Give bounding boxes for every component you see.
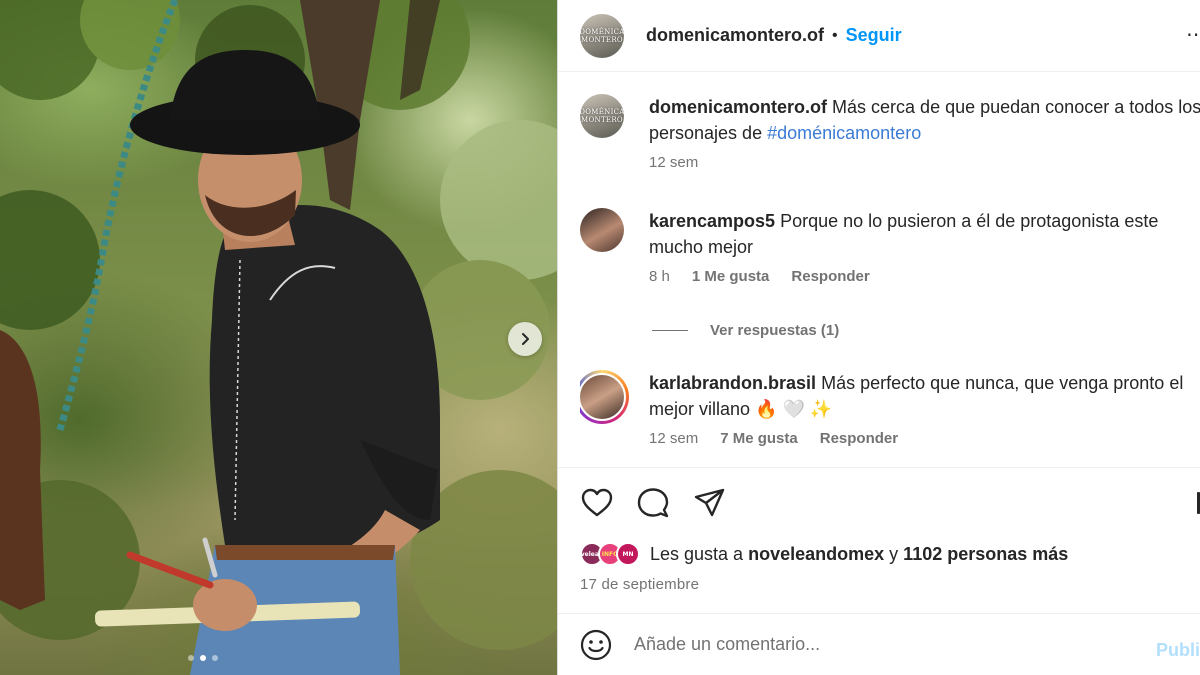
caption-meta: 12 sem [649,154,1200,171]
carousel-dot-active [200,655,206,661]
comment-time[interactable]: 8 h [649,268,670,285]
comment-icon [637,488,669,518]
comment-body: karencampos5 Porque no lo pusieron a él … [649,208,1200,285]
view-replies-button[interactable]: Ver respuestas (1) [652,322,839,339]
more-icon[interactable]: ⋯ [1186,22,1200,47]
comment-meta: 8 h 1 Me gusta Responder [649,268,1200,285]
view-replies-label[interactable]: Ver respuestas (1) [710,322,839,339]
heart-icon [581,488,613,517]
likes-prefix: Les gusta a [650,543,744,564]
post-photo[interactable] [0,0,557,675]
commenter-avatar[interactable] [580,208,624,252]
header-separator: • [832,26,838,44]
post-actions: noveleando INFO MN Les gusta a noveleand… [558,467,1200,613]
post-date[interactable]: 17 de septiembre [580,576,699,593]
caption-hashtag[interactable]: #doménicamontero [767,123,921,143]
likes-others[interactable]: 1102 personas más [903,544,1068,564]
comment-time[interactable]: 12 sem [649,430,698,447]
comment-item: karencampos5 Porque no lo pusieron a él … [580,208,1200,285]
comment-meta: 12 sem 7 Me gusta Responder [649,430,1200,447]
chevron-right-icon [522,333,529,345]
likes-connector: y [889,543,899,564]
like-button[interactable] [580,486,614,520]
cowboy-photo-illustration [0,0,557,675]
comment-username[interactable]: karlabrandon.brasil [649,373,816,393]
comment-button[interactable] [636,486,670,520]
emoji-icon [580,629,612,660]
action-bar [580,486,726,520]
comment-item: karlabrandon.brasil Más perfecto que nun… [580,370,1200,447]
follow-button[interactable]: Seguir [846,25,902,46]
comment-username[interactable]: karencampos5 [649,211,775,231]
comment-input[interactable] [634,634,1114,655]
commenter-photo [580,373,626,421]
caption-username[interactable]: domenicamontero.of [649,97,827,117]
carousel-next-button[interactable] [508,322,542,356]
share-icon [694,488,725,517]
caption: DOMÉNICA MONTERO domenicamontero.of Más … [580,94,1200,171]
publish-button[interactable]: Publi [1156,640,1200,661]
caption-time[interactable]: 12 sem [649,154,698,171]
add-comment-bar: Publi [558,613,1200,675]
reply-button[interactable]: Responder [820,430,898,447]
caption-body: domenicamontero.of Más cerca de que pued… [649,94,1200,171]
caption-avatar[interactable]: DOMÉNICA MONTERO [580,94,624,138]
likes-text: Les gusta a noveleandomex y 1102 persona… [650,544,1068,565]
liker-avatar: MN [616,542,640,566]
likes-summary[interactable]: noveleando INFO MN Les gusta a noveleand… [572,542,1068,566]
comments-list[interactable]: DOMÉNICA MONTERO domenicamontero.of Más … [580,72,1200,467]
avatar-logo-text: DOMÉNICA MONTERO [580,108,624,124]
replies-divider-line [652,330,688,331]
comment-text: karencampos5 Porque no lo pusieron a él … [649,208,1200,260]
reply-button[interactable]: Responder [791,268,869,285]
comment-text: karlabrandon.brasil Más perfecto que nun… [649,370,1200,422]
comment-likes[interactable]: 1 Me gusta [692,268,770,285]
carousel-dot [212,655,218,661]
emoji-button[interactable] [580,629,612,661]
carousel-dot [188,655,194,661]
author-avatar[interactable]: DOMÉNICA MONTERO [580,13,624,58]
avatar-logo-text: DOMÉNICA MONTERO [580,27,624,44]
post-header: DOMÉNICA MONTERO domenicamontero.of • Se… [558,0,1200,72]
comment-likes[interactable]: 7 Me gusta [720,430,798,447]
share-button[interactable] [692,486,726,520]
comment-body: karlabrandon.brasil Más perfecto que nun… [649,370,1200,447]
carousel-indicator [188,655,218,661]
caption-text: domenicamontero.of Más cerca de que pued… [649,94,1200,146]
commenter-avatar-story[interactable] [580,370,629,424]
liker-avatars: noveleando INFO MN [572,542,640,566]
likes-user[interactable]: noveleandomex [748,544,884,564]
author-username[interactable]: domenicamontero.of [646,25,824,46]
